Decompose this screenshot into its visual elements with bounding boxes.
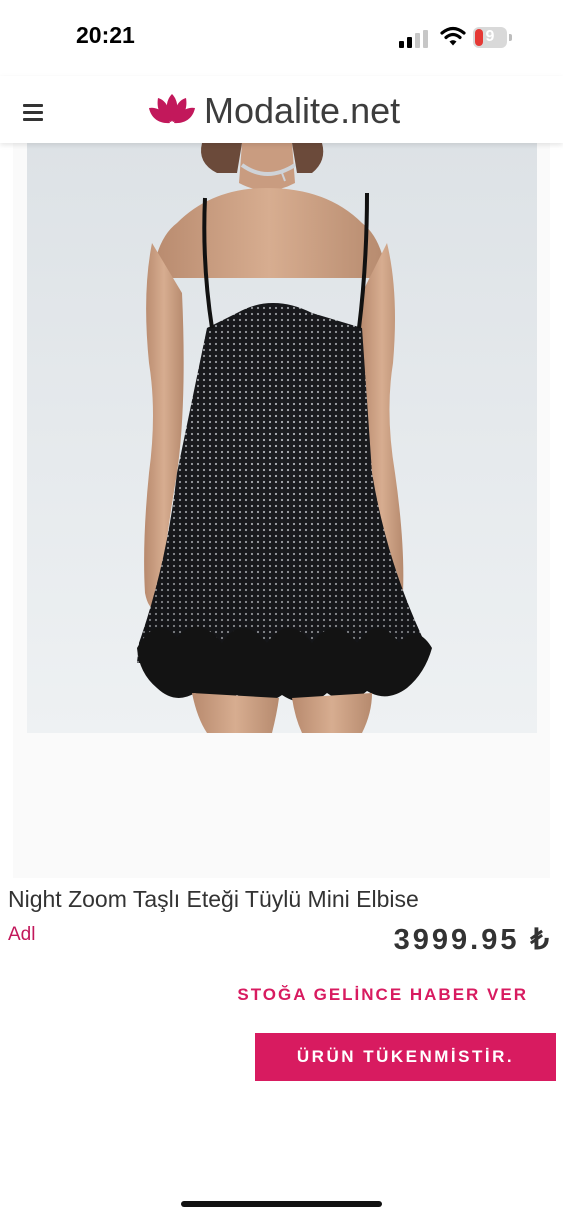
notify-when-in-stock-link[interactable]: STOĞA GELİNCE HABER VER [237, 985, 528, 1005]
sold-out-button[interactable]: ÜRÜN TÜKENMİSTİR. [255, 1033, 556, 1081]
product-price: 3999.95 ₺ [393, 924, 552, 956]
lotus-logo-icon [149, 94, 195, 124]
home-indicator[interactable] [181, 1201, 382, 1207]
site-header: Modalite.net [0, 76, 563, 143]
cellular-signal-icon [399, 30, 428, 48]
battery-level: 9 [485, 28, 495, 45]
product-title: Night Zoom Taşlı Eteği Tüylü Mini Elbise [8, 886, 419, 912]
status-bar: 20:21 9 [0, 0, 563, 76]
logo-text: Modalite.net [204, 90, 401, 131]
product-photo[interactable] [27, 143, 537, 733]
wifi-icon [440, 26, 466, 46]
status-time: 20:21 [76, 22, 135, 48]
brand-link[interactable]: Adl [8, 924, 35, 946]
product-gallery[interactable] [13, 143, 550, 878]
hamburger-menu-icon[interactable] [23, 104, 43, 121]
battery-icon: 9 [473, 27, 513, 48]
